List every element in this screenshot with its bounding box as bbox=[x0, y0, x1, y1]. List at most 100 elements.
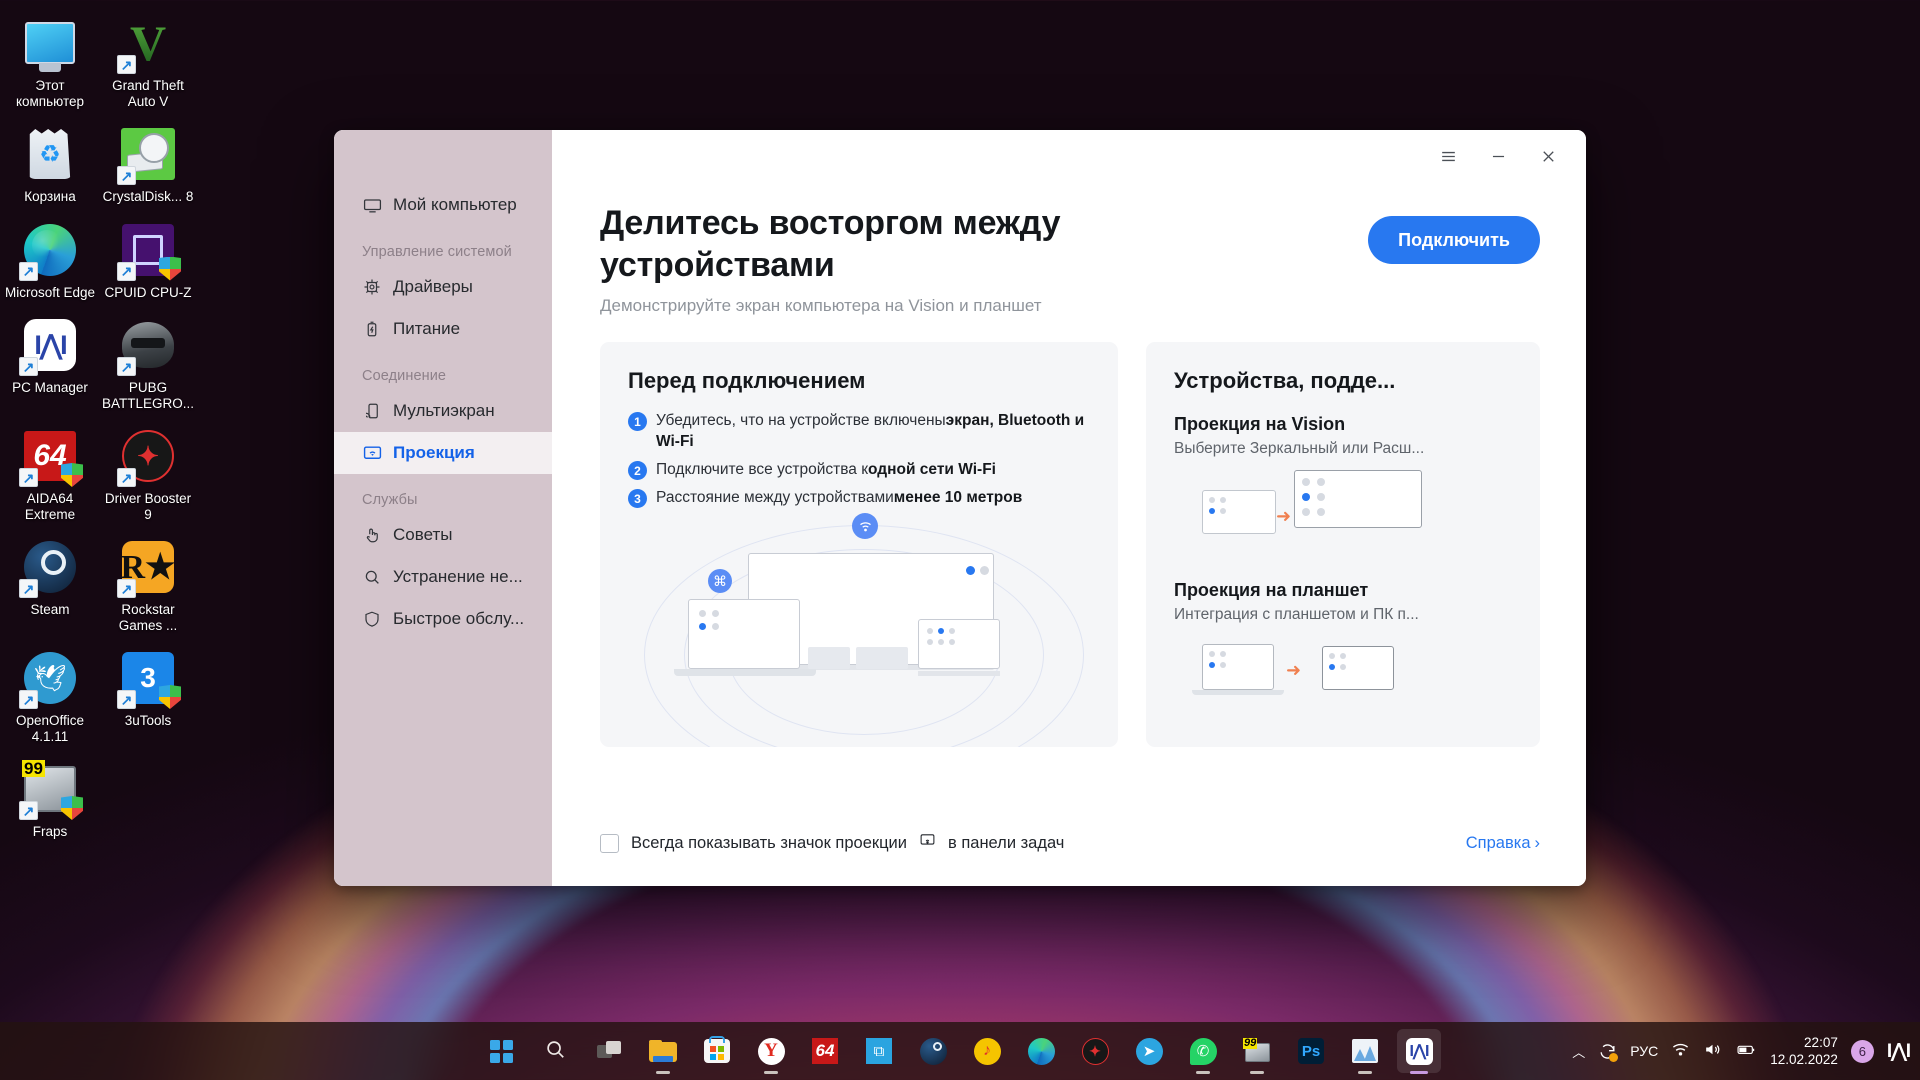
sidebar-item-troubleshoot[interactable]: Устранение не... bbox=[334, 556, 552, 598]
file-explorer-button[interactable] bbox=[641, 1029, 685, 1073]
wifi-badge-icon bbox=[852, 513, 878, 539]
list-item: 3 Расстояние между устройствамименее 10 … bbox=[628, 487, 1118, 508]
desktop-icon-cpu-z[interactable]: ↗ CPUID CPU-Z bbox=[100, 213, 196, 301]
sidebar-item-quick-service[interactable]: Быстрое обслу... bbox=[334, 598, 552, 640]
microsoft-edge-button[interactable] bbox=[1019, 1029, 1063, 1073]
desktop-icon-gta-v[interactable]: V ↗ Grand Theft Auto V bbox=[100, 6, 196, 109]
steam-button[interactable] bbox=[911, 1029, 955, 1073]
system-tray: ︿ РУС 22:07 12.02.2022 6 I⋀I bbox=[1572, 1034, 1910, 1068]
clock[interactable]: 22:07 12.02.2022 bbox=[1770, 1034, 1838, 1068]
desktop-icon-label: Grand Theft Auto V bbox=[101, 78, 195, 109]
folder-icon bbox=[649, 1040, 677, 1062]
task-view-button[interactable] bbox=[587, 1029, 631, 1073]
aida64-button[interactable]: 64 bbox=[803, 1029, 847, 1073]
close-icon[interactable] bbox=[1526, 139, 1570, 173]
step-text: Расстояние между устройствамименее 10 ме… bbox=[656, 487, 1022, 508]
window-content: Делитесь восторгом между устройствами Де… bbox=[552, 130, 1586, 886]
arrow-right-icon: ➜ bbox=[1286, 660, 1301, 681]
start-button[interactable] bbox=[479, 1029, 523, 1073]
desktop-icon-label: Rockstar Games ... bbox=[101, 602, 195, 633]
yandex-browser-button[interactable]: Y bbox=[749, 1029, 793, 1073]
titlebar bbox=[552, 130, 1586, 182]
sidebar-item-multiscreen[interactable]: Мультиэкран bbox=[334, 390, 552, 432]
chevron-up-icon[interactable]: ︿ bbox=[1572, 1042, 1585, 1061]
whatsapp-button[interactable]: ✆ bbox=[1181, 1029, 1225, 1073]
search-button[interactable] bbox=[533, 1029, 577, 1073]
telegram-button[interactable]: ➤ bbox=[1127, 1029, 1171, 1073]
photoshop-button[interactable]: Ps bbox=[1289, 1029, 1333, 1073]
wifi-icon[interactable] bbox=[1671, 1040, 1690, 1062]
step-text: Подключите все устройства кодной сети Wi… bbox=[656, 459, 996, 480]
clock-time: 22:07 bbox=[1770, 1034, 1838, 1051]
minimize-icon[interactable] bbox=[1476, 139, 1520, 173]
chevron-right-icon: › bbox=[1535, 834, 1541, 853]
desktop-icon-recycle-bin[interactable]: ♻ Корзина bbox=[2, 117, 98, 205]
translator-icon: ⧉ bbox=[866, 1038, 892, 1064]
step-number: 3 bbox=[628, 489, 647, 508]
music-player-button[interactable]: ♪ bbox=[965, 1029, 1009, 1073]
desktop-icon-crystaldiskmark[interactable]: ↗ CrystalDisk... 8 bbox=[100, 117, 196, 205]
translator-button[interactable]: ⧉ bbox=[857, 1029, 901, 1073]
card-title: Устройства, подде... bbox=[1174, 368, 1540, 394]
chart-icon bbox=[1352, 1039, 1378, 1063]
pc-manager-window: Мой компьютер Управление системой Драйве… bbox=[334, 130, 1586, 886]
desktop-icon-driver-booster[interactable]: ✦ ↗ Driver Booster 9 bbox=[100, 419, 196, 522]
sidebar-item-tips[interactable]: Советы bbox=[334, 514, 552, 556]
whatsapp-icon: ✆ bbox=[1190, 1038, 1217, 1065]
desktop-icon-fraps[interactable]: ↗ Fraps bbox=[2, 752, 98, 840]
help-label: Справка bbox=[1466, 834, 1531, 853]
desktop-icon-3utools[interactable]: 3 ↗ 3uTools bbox=[100, 641, 196, 744]
desktop-icon-this-pc[interactable]: Этот компьютер bbox=[2, 6, 98, 109]
uac-shield-icon bbox=[61, 463, 83, 487]
desktop-icon-label: AIDA64 Extreme bbox=[3, 491, 97, 522]
sidebar-item-projection[interactable]: Проекция bbox=[334, 432, 552, 474]
laptop-illustration bbox=[688, 599, 800, 669]
pc-manager-button[interactable]: I⋀I bbox=[1397, 1029, 1441, 1073]
driver-booster-button[interactable]: ✦ bbox=[1073, 1029, 1117, 1073]
desktop-icon-pc-manager[interactable]: I⋀I ↗ PC Manager bbox=[2, 308, 98, 411]
desktop-icon-microsoft-edge[interactable]: ↗ Microsoft Edge bbox=[2, 213, 98, 301]
yandex-icon: Y bbox=[758, 1038, 785, 1065]
monitoring-app-button[interactable] bbox=[1343, 1029, 1387, 1073]
desktop-icon-label: Microsoft Edge bbox=[3, 285, 97, 301]
fraps-button[interactable]: 99 bbox=[1235, 1029, 1279, 1073]
microsoft-edge-icon: ↗ bbox=[21, 221, 79, 279]
language-indicator[interactable]: РУС bbox=[1630, 1043, 1658, 1059]
store-icon bbox=[704, 1039, 730, 1063]
microsoft-store-button[interactable] bbox=[695, 1029, 739, 1073]
hamburger-menu-icon[interactable] bbox=[1426, 139, 1470, 173]
checkbox-label-before: Всегда показывать значок проекции bbox=[631, 834, 907, 853]
desktop-icon-pubg[interactable]: ↗ PUBG BATTLEGRO... bbox=[100, 308, 196, 411]
recycle-bin-icon: ♻ bbox=[21, 125, 79, 183]
connect-button[interactable]: Подключить bbox=[1368, 216, 1540, 264]
monitor-icon bbox=[362, 195, 382, 215]
desktop-icon-steam[interactable]: ↗ Steam bbox=[2, 530, 98, 633]
shortcut-arrow-icon: ↗ bbox=[19, 579, 38, 598]
pc-manager-tray-icon[interactable]: I⋀I bbox=[1887, 1040, 1910, 1063]
desktop-icon-openoffice[interactable]: 🕊 ↗ OpenOffice 4.1.11 bbox=[2, 641, 98, 744]
devices-illustration: ⌘ bbox=[600, 507, 1118, 747]
sidebar-item-my-computer[interactable]: Мой компьютер bbox=[334, 184, 552, 226]
sidebar-item-power[interactable]: Питание bbox=[334, 308, 552, 350]
desktop-icon-rockstar-games[interactable]: R★ ↗ Rockstar Games ... bbox=[100, 530, 196, 633]
show-projection-icon-option[interactable]: Всегда показывать значок проекции в пане… bbox=[600, 832, 1064, 854]
pc-manager-icon: I⋀I bbox=[1406, 1038, 1433, 1065]
telegram-icon: ➤ bbox=[1136, 1038, 1163, 1065]
update-arrows-icon[interactable] bbox=[1598, 1042, 1617, 1061]
notification-badge[interactable]: 6 bbox=[1851, 1040, 1874, 1063]
projection-icon bbox=[362, 443, 382, 463]
desktop-icon-aida64[interactable]: 64 ↗ AIDA64 Extreme bbox=[2, 419, 98, 522]
sidebar-item-label: Устранение не... bbox=[393, 567, 523, 587]
checkbox-label-after: в панели задач bbox=[948, 834, 1064, 853]
always-show-checkbox[interactable] bbox=[600, 834, 619, 853]
speaker-icon[interactable] bbox=[1703, 1040, 1722, 1062]
desktop-icon-label: Этот компьютер bbox=[3, 78, 97, 109]
vision-illustration: ➜ bbox=[1174, 468, 1540, 548]
help-link[interactable]: Справка › bbox=[1466, 834, 1540, 853]
sidebar-item-drivers[interactable]: Драйверы bbox=[334, 266, 552, 308]
battery-icon[interactable] bbox=[1735, 1040, 1757, 1062]
shortcut-arrow-icon: ↗ bbox=[19, 262, 38, 281]
crystaldiskmark-icon: ↗ bbox=[119, 125, 177, 183]
desktop-icon-label: OpenOffice 4.1.11 bbox=[3, 713, 97, 744]
desktop-icon-area: Этот компьютер V ↗ Grand Theft Auto V ♻ … bbox=[0, 6, 200, 840]
